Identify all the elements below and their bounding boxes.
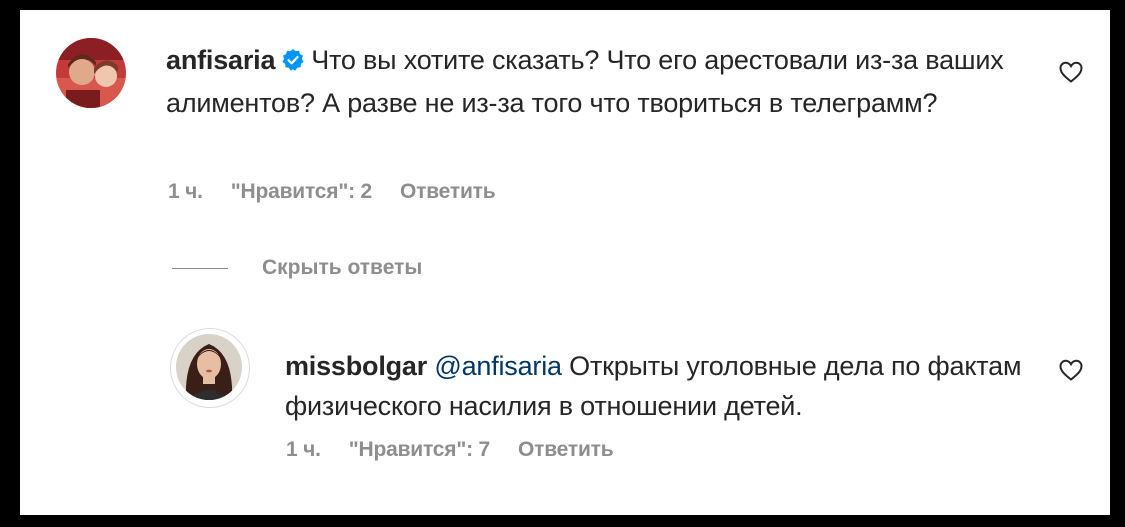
comment-username[interactable]: missbolgar — [285, 351, 427, 381]
comment-text: anfisaria Что вы хотите сказать? Что его … — [166, 40, 1036, 123]
reply-button[interactable]: Ответить — [400, 180, 496, 203]
avatar[interactable] — [176, 334, 242, 400]
verified-badge-icon — [281, 43, 305, 83]
comment-username[interactable]: anfisaria — [166, 45, 275, 75]
divider-line — [172, 267, 228, 269]
comment-likes-count[interactable]: "Нравится": 2 — [231, 180, 372, 203]
comment-time[interactable]: 1 ч. — [286, 438, 321, 461]
reply-button[interactable]: Ответить — [518, 438, 614, 461]
comment-meta: 1 ч. "Нравится": 7 Ответить — [286, 438, 641, 462]
heart-outline-icon — [1059, 61, 1083, 83]
user-avatar-photo-icon — [56, 38, 126, 108]
comment-likes-count[interactable]: "Нравится": 7 — [349, 438, 490, 461]
like-button[interactable] — [1058, 358, 1084, 387]
like-button[interactable] — [1058, 60, 1084, 89]
hide-replies-button[interactable]: Скрыть ответы — [172, 256, 422, 280]
comments-panel: anfisaria Что вы хотите сказать? Что его … — [20, 10, 1110, 515]
avatar[interactable] — [56, 38, 126, 108]
mention-link[interactable]: @anfisaria — [434, 351, 562, 381]
comment-meta: 1 ч. "Нравится": 2 Ответить — [168, 180, 523, 204]
user-avatar-photo-icon — [176, 334, 242, 400]
comment-time[interactable]: 1 ч. — [168, 180, 203, 203]
heart-outline-icon — [1059, 359, 1083, 381]
comment-text: missbolgar @anfisaria Открыты уголовные … — [285, 346, 1045, 426]
hide-replies-label: Скрыть ответы — [262, 256, 423, 279]
